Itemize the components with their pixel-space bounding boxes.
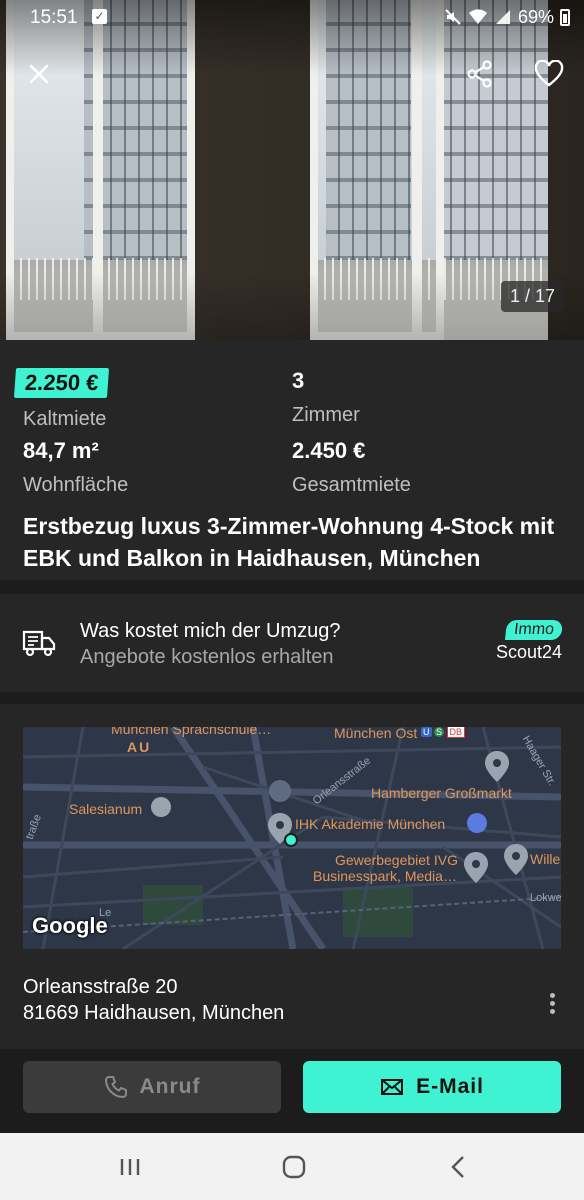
system-navigation-bar <box>0 1133 584 1200</box>
area-label: Wohnfläche <box>23 474 129 496</box>
address-street: Orleansstraße 20 <box>23 976 178 998</box>
home-icon <box>282 1155 306 1179</box>
battery-percent: 69% <box>517 6 554 27</box>
status-bar: 15:51 ✓ 69% <box>0 0 584 36</box>
call-label: Anruf <box>139 1075 201 1098</box>
cold-rent-value: 2.250 € <box>13 368 110 398</box>
sbahn-icon: S <box>434 727 445 737</box>
fact-rooms: 3 Zimmer <box>292 368 360 427</box>
recent-apps-button[interactable] <box>110 1149 150 1185</box>
map-label-au: AU <box>127 739 152 755</box>
map-label-ivg-businesspark: Businesspark, Media… <box>313 868 457 884</box>
immoscout-logo: Immo Scout24 <box>495 620 564 663</box>
signal-icon <box>495 10 510 24</box>
map-label-school: München Sprachschule… <box>111 727 272 737</box>
map-label-station: München Ost <box>334 727 418 741</box>
rooms-label: Zimmer <box>292 404 360 426</box>
map-label-wille: Wille <box>530 851 561 867</box>
check-notification-icon: ✓ <box>92 9 107 24</box>
battery-icon <box>560 8 570 26</box>
share-icon <box>467 60 492 88</box>
map-label-ivg: Gewerbegebiet IVG <box>335 852 458 868</box>
moving-offer-card[interactable]: Was kostet mich der Umzug? Angebote kost… <box>0 594 584 692</box>
contact-bar: Anruf E-Mail <box>0 1049 584 1133</box>
status-time: 15:51 <box>30 7 78 28</box>
fact-area: 84,7 m² Wohnfläche <box>23 438 128 497</box>
brand-tag: Immo <box>504 620 564 640</box>
ubahn-icon: U <box>421 727 432 737</box>
map-label-salesianum: Salesianum <box>69 801 143 817</box>
mute-icon <box>445 9 461 25</box>
recent-apps-icon <box>120 1159 140 1175</box>
heart-icon <box>534 60 564 87</box>
photo-gallery[interactable]: 15:51 ✓ 69% 1 / 17 <box>0 0 584 340</box>
favorite-button[interactable] <box>527 52 571 96</box>
google-logo: Google <box>32 913 108 938</box>
back-button[interactable] <box>438 1149 478 1185</box>
listing-title: Erstbezug luxus 3-Zimmer-Wohnung 4-Stock… <box>23 513 555 571</box>
email-button[interactable]: E-Mail <box>303 1061 561 1113</box>
moving-question: Was kostet mich der Umzug? <box>80 620 341 642</box>
map-label-ihk: IHK Akademie München <box>295 816 446 832</box>
map-label-hamberger: Hamberger Großmarkt <box>371 785 512 801</box>
brand-name: Scout24 <box>495 642 562 662</box>
photo-counter: 1 / 17 <box>500 281 564 312</box>
more-options-button[interactable] <box>542 990 562 1020</box>
area-value: 84,7 m² <box>23 438 99 463</box>
mail-icon <box>381 1079 404 1095</box>
rooms-value: 3 <box>292 368 305 393</box>
close-button[interactable] <box>17 52 61 96</box>
close-icon <box>29 64 49 84</box>
back-icon <box>451 1156 464 1178</box>
map-label-street-lokweg: Lokweg <box>530 892 561 904</box>
station-tags: U S DB <box>421 727 466 738</box>
fact-total-rent: 2.450 € Gesamtmiete <box>292 438 411 497</box>
share-button[interactable] <box>458 52 502 96</box>
more-vert-icon <box>549 993 555 998</box>
total-rent-value: 2.450 € <box>292 438 366 463</box>
total-rent-label: Gesamtmiete <box>292 474 411 496</box>
moving-subtitle: Angebote kostenlos erhalten <box>80 646 334 668</box>
address-city: 81669 Haidhausen, München <box>23 1002 285 1024</box>
moving-truck-icon <box>22 630 56 657</box>
home-button[interactable] <box>274 1149 314 1185</box>
db-icon: DB <box>446 727 466 738</box>
phone-icon <box>104 1076 127 1099</box>
call-button[interactable]: Anruf <box>23 1061 281 1113</box>
location-map[interactable]: München Sprachschule… AU München Ost U S… <box>23 727 561 949</box>
wifi-icon <box>468 9 487 24</box>
location-card: München Sprachschule… AU München Ost U S… <box>0 704 584 1049</box>
email-label: E-Mail <box>416 1075 484 1098</box>
cold-rent-label: Kaltmiete <box>23 408 107 430</box>
fact-cold-rent: 2.250 € Kaltmiete <box>13 368 110 431</box>
